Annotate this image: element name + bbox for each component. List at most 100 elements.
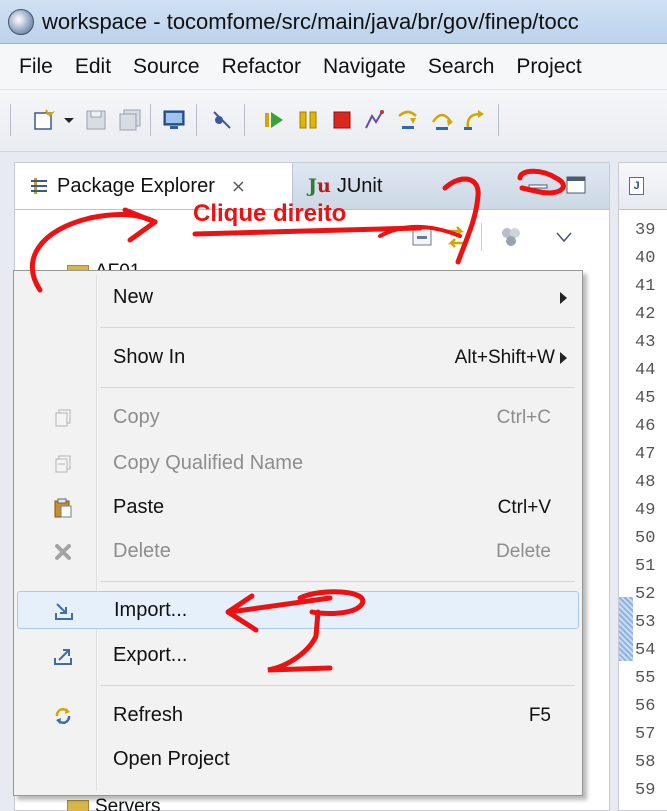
submenu-arrow-icon [560, 352, 567, 364]
line-number: 41 [635, 277, 656, 296]
menu-item-new[interactable]: New [17, 279, 579, 317]
menu-item-delete[interactable]: Delete Delete [17, 533, 579, 571]
line-number: 43 [635, 333, 656, 352]
line-number: 40 [635, 249, 656, 268]
annotation-label: Clique direito [193, 200, 347, 227]
menu-item-label: Show In [113, 346, 186, 368]
java-file-icon: J [629, 177, 644, 195]
line-number: 49 [635, 501, 656, 520]
menu-refactor[interactable]: Refactor [211, 55, 312, 79]
menu-separator [100, 387, 575, 388]
collapse-all-icon[interactable] [411, 227, 435, 249]
tab-package-explorer-label: Package Explorer [57, 174, 215, 197]
suspend-icon[interactable] [296, 108, 320, 132]
line-number: 53 [635, 613, 656, 632]
line-number: 54 [635, 641, 656, 660]
toolbar-separator [498, 104, 499, 136]
menu-edit[interactable]: Edit [64, 55, 122, 79]
editor-tab[interactable]: J [619, 163, 667, 210]
menu-navigate[interactable]: Navigate [312, 55, 417, 79]
menu-item-copy[interactable]: Copy Ctrl+C [17, 399, 579, 437]
package-explorer-icon [31, 178, 47, 194]
line-number: 51 [635, 557, 656, 576]
line-number: 55 [635, 669, 656, 688]
menu-source[interactable]: Source [122, 55, 211, 79]
copy-icon [55, 409, 71, 427]
working-sets-icon[interactable] [499, 225, 523, 249]
minimize-icon[interactable] [527, 177, 549, 195]
toolbar-separator [196, 104, 197, 136]
close-icon[interactable]: ⨯ [231, 176, 246, 197]
menu-item-accelerator: Alt+Shift+W [454, 347, 555, 368]
menu-separator [100, 581, 575, 582]
delete-icon [55, 544, 71, 560]
line-number: 42 [635, 305, 656, 324]
line-number: 46 [635, 417, 656, 436]
menu-item-accelerator: Ctrl+V [497, 497, 551, 518]
line-number: 45 [635, 389, 656, 408]
menu-item-label: Import... [114, 599, 188, 621]
menu-item-label: New [113, 286, 154, 308]
menu-item-label: Paste [113, 496, 165, 518]
resume-icon[interactable] [262, 108, 286, 132]
eclipse-window: workspace - tocomfome/src/main/java/br/g… [0, 0, 667, 811]
menu-item-show-in[interactable]: Show In Alt+Shift+W [17, 339, 579, 377]
step-return-icon[interactable] [462, 108, 486, 132]
paste-icon [54, 498, 72, 518]
menu-item-accelerator: Ctrl+C [496, 407, 551, 428]
menu-item-paste[interactable]: Paste Ctrl+V [17, 489, 579, 527]
view-toolbar-separator [481, 223, 482, 251]
menu-item-label: Copy Qualified Name [113, 452, 304, 474]
menu-separator [100, 685, 575, 686]
eclipse-app-icon[interactable] [8, 8, 34, 35]
line-number: 50 [635, 529, 656, 548]
terminal-icon[interactable] [162, 108, 186, 132]
save-icon[interactable] [84, 108, 108, 132]
menu-file[interactable]: File [8, 55, 64, 79]
tree-item-servers[interactable]: Servers [95, 796, 160, 811]
import-icon [55, 603, 73, 620]
line-number: 39 [635, 221, 656, 240]
submenu-arrow-icon [560, 292, 567, 304]
java-editor-panel[interactable]: J 39 40 41 42 43 44 45 46 47 48 49 50 51 52 53 54 55 56 57… [618, 162, 667, 811]
terminate-icon[interactable] [330, 108, 354, 132]
menu-project[interactable]: Project [505, 55, 592, 79]
link-with-editor-icon[interactable] [443, 223, 469, 251]
menu-item-refresh[interactable]: Refresh F5 [17, 697, 579, 735]
menu-item-label: Export... [113, 644, 188, 666]
menu-item-copy-qualified-name[interactable]: Copy Qualified Name [17, 445, 579, 483]
context-menu: New Show In Alt+Shift+W Copy Ctrl+C Copy [13, 270, 583, 796]
title-bar[interactable]: workspace - tocomfome/src/main/java/br/g… [0, 0, 667, 44]
tab-junit-label: JUnit [336, 174, 383, 197]
menu-item-open-project[interactable]: Open Project [17, 741, 579, 779]
skip-breakpoints-icon[interactable] [210, 108, 234, 132]
toolbar-separator [150, 104, 151, 136]
disconnect-icon[interactable] [362, 108, 386, 132]
menu-item-label: Open Project [113, 748, 230, 770]
line-number: 48 [635, 473, 656, 492]
new-dropdown-chevron-down-icon[interactable] [62, 108, 76, 132]
maximize-icon[interactable] [565, 175, 587, 195]
line-number: 52 [635, 585, 656, 604]
toolbar-separator [244, 104, 245, 136]
menu-search[interactable]: Search [417, 55, 506, 79]
refresh-icon [55, 708, 71, 724]
export-icon [54, 649, 72, 665]
toolbar-separator [10, 104, 11, 136]
menu-item-import[interactable]: Import... [17, 591, 579, 629]
menu-item-accelerator: Delete [496, 541, 551, 562]
menu-item-label: Refresh [113, 704, 184, 726]
menu-item-export[interactable]: Export... [17, 637, 579, 675]
line-number: 57 [635, 725, 656, 744]
menu-item-label: Delete [113, 540, 171, 562]
new-wizard-icon[interactable] [32, 108, 56, 132]
main-toolbar [0, 90, 667, 152]
window-title: workspace - tocomfome/src/main/java/br/g… [42, 8, 579, 34]
line-number: 58 [635, 753, 656, 772]
step-into-icon[interactable] [396, 108, 420, 132]
save-all-icon[interactable] [118, 108, 142, 132]
step-over-icon[interactable] [430, 108, 454, 132]
view-menu-chevron-down-icon[interactable] [555, 231, 573, 243]
line-number: 56 [635, 697, 656, 716]
line-number: 59 [635, 781, 656, 800]
